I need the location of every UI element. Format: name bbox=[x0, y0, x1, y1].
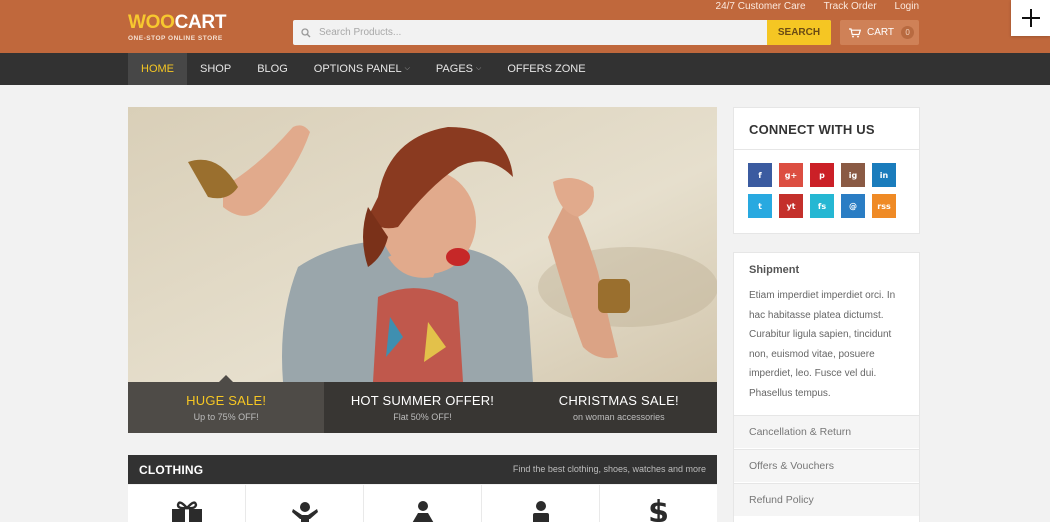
cart-button[interactable]: CART 0 bbox=[840, 20, 919, 45]
cart-label: CART bbox=[867, 27, 895, 38]
nav-offers-zone-label: OFFERS ZONE bbox=[507, 63, 586, 75]
search-icon bbox=[293, 20, 319, 45]
youtube-icon[interactable]: yt bbox=[779, 194, 803, 218]
rss-icon[interactable]: rss bbox=[872, 194, 896, 218]
logo-tagline: ONE-STOP ONLINE STORE bbox=[128, 35, 223, 42]
top-links: 24/7 Customer Care Track Order Login bbox=[716, 1, 919, 12]
clothing-header: CLOTHING Find the best clothing, shoes, … bbox=[128, 455, 717, 484]
cart-count-badge: 0 bbox=[901, 26, 915, 39]
plus-icon[interactable] bbox=[1011, 0, 1050, 36]
nav-blog[interactable]: BLOG bbox=[244, 53, 301, 85]
logo[interactable]: WOOCART ONE-STOP ONLINE STORE bbox=[128, 12, 227, 43]
search-button[interactable]: SEARCH bbox=[767, 20, 831, 45]
google-plus-icon[interactable]: g+ bbox=[779, 163, 803, 187]
login-link[interactable]: Login bbox=[895, 1, 919, 12]
hero-image bbox=[128, 107, 717, 382]
woman-icon bbox=[408, 501, 438, 522]
nav-home[interactable]: HOME bbox=[128, 53, 187, 85]
category-card[interactable] bbox=[246, 485, 364, 522]
dollar-icon: $ bbox=[648, 495, 669, 522]
man-icon bbox=[526, 501, 556, 522]
nav-options-panel[interactable]: OPTIONS PANEL ⌵ bbox=[301, 53, 423, 85]
instagram-icon[interactable]: ig bbox=[841, 163, 865, 187]
hero-slider[interactable]: HUGE SALE! Up to 75% OFF! HOT SUMMER OFF… bbox=[128, 107, 717, 433]
email-icon[interactable]: @ bbox=[841, 194, 865, 218]
connect-widget: CONNECT WITH US f g+ p ig in t yt fs @ rss bbox=[733, 107, 920, 234]
chevron-down-icon: ⌵ bbox=[404, 65, 410, 72]
slider-tab-title: HUGE SALE! bbox=[186, 393, 267, 408]
cart-icon bbox=[849, 27, 861, 38]
clothing-categories: $ bbox=[128, 485, 717, 522]
category-card[interactable] bbox=[364, 485, 482, 522]
category-card[interactable] bbox=[482, 485, 600, 522]
slider-tab-subtitle: Flat 50% OFF! bbox=[393, 412, 452, 422]
shipment-text: Etiam imperdiet imperdiet orci. In hac h… bbox=[749, 290, 896, 399]
nav-pages[interactable]: PAGES ⌵ bbox=[423, 53, 494, 85]
nav-shop-label: SHOP bbox=[200, 63, 232, 75]
social-icons: f g+ p ig in t yt fs @ rss bbox=[734, 150, 919, 218]
logo-cart: CART bbox=[174, 12, 227, 33]
category-card[interactable] bbox=[128, 485, 246, 522]
slider-tab-hot-summer[interactable]: HOT SUMMER OFFER! Flat 50% OFF! bbox=[324, 382, 521, 433]
accordion-cancellation-return[interactable]: Cancellation & Return bbox=[734, 415, 919, 448]
gift-icon bbox=[169, 501, 205, 522]
shipment-title[interactable]: Shipment bbox=[734, 253, 919, 276]
chevron-down-icon: ⌵ bbox=[476, 65, 482, 72]
linkedin-icon[interactable]: in bbox=[872, 163, 896, 187]
accordion-refund-policy[interactable]: Refund Policy bbox=[734, 483, 919, 516]
slider-tab-christmas[interactable]: CHRISTMAS SALE! on woman accessories bbox=[520, 382, 717, 433]
nav-offers-zone[interactable]: OFFERS ZONE bbox=[494, 53, 598, 85]
slider-tab-subtitle: on woman accessories bbox=[573, 412, 665, 422]
search-input[interactable] bbox=[319, 20, 767, 45]
slider-tabs: HUGE SALE! Up to 75% OFF! HOT SUMMER OFF… bbox=[128, 375, 717, 433]
nav-pages-label: PAGES bbox=[435, 63, 473, 75]
category-card[interactable]: $ bbox=[600, 485, 717, 522]
search-bar: SEARCH bbox=[293, 20, 831, 45]
logo-woo: WOO bbox=[128, 12, 175, 33]
child-icon bbox=[290, 501, 320, 522]
track-order-link[interactable]: Track Order bbox=[824, 1, 877, 12]
pinterest-icon[interactable]: p bbox=[810, 163, 834, 187]
slider-tab-title: CHRISTMAS SALE! bbox=[558, 393, 679, 408]
nav-home-label: HOME bbox=[141, 63, 174, 75]
clothing-title: CLOTHING bbox=[139, 463, 204, 477]
facebook-icon[interactable]: f bbox=[748, 163, 772, 187]
slider-tab-subtitle: Up to 75% OFF! bbox=[193, 412, 259, 422]
clothing-subtitle: Find the best clothing, shoes, watches a… bbox=[512, 464, 706, 474]
accordion-offers-vouchers[interactable]: Offers & Vouchers bbox=[734, 449, 919, 482]
nav-shop[interactable]: SHOP bbox=[187, 53, 244, 85]
site-header: WOOCART ONE-STOP ONLINE STORE 24/7 Custo… bbox=[0, 0, 1050, 53]
twitter-icon[interactable]: t bbox=[748, 194, 772, 218]
customer-care-link[interactable]: 24/7 Customer Care bbox=[716, 1, 806, 12]
main-nav: HOME SHOP BLOG OPTIONS PANEL ⌵ PAGES ⌵ OFF… bbox=[0, 53, 1050, 85]
info-widget: Shipment Etiam imperdiet imperdiet orci.… bbox=[733, 252, 920, 522]
slider-tab-title: HOT SUMMER OFFER! bbox=[350, 393, 495, 408]
connect-title: CONNECT WITH US bbox=[734, 108, 919, 150]
nav-options-panel-label: OPTIONS PANEL bbox=[313, 63, 402, 75]
nav-blog-label: BLOG bbox=[257, 63, 288, 75]
foursquare-icon[interactable]: fs bbox=[810, 194, 834, 218]
slider-tab-huge-sale[interactable]: HUGE SALE! Up to 75% OFF! bbox=[128, 375, 325, 433]
